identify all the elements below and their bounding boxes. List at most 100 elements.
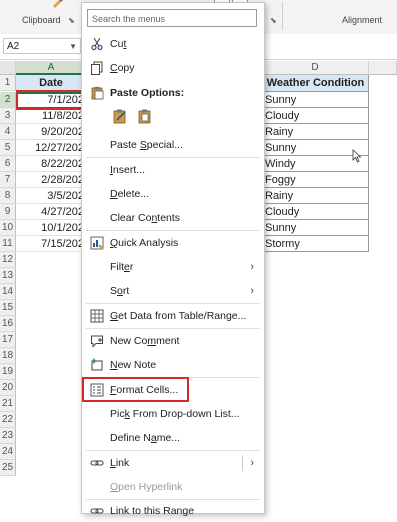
row-header[interactable]: 3 bbox=[0, 108, 16, 124]
menu-item-clear-contents[interactable]: Clear Contents bbox=[82, 207, 264, 229]
menu-item-copy[interactable]: Copy bbox=[82, 57, 264, 79]
date-cell[interactable]: 2/28/202 bbox=[16, 172, 87, 188]
menu-item-label: Delete... bbox=[110, 188, 150, 200]
weather-cell[interactable]: Sunny bbox=[262, 92, 369, 108]
menu-separator bbox=[86, 303, 260, 304]
menu-item-quick-analysis[interactable]: Quick Analysis bbox=[82, 232, 264, 254]
date-cell[interactable]: 12/27/202 bbox=[16, 140, 87, 156]
weather-cell[interactable]: Rainy bbox=[262, 124, 369, 140]
row-header[interactable]: 14 bbox=[0, 284, 16, 300]
row-header[interactable]: 25 bbox=[0, 460, 16, 476]
column-header-a[interactable]: A bbox=[16, 61, 87, 75]
chevron-down-icon[interactable]: ▼ bbox=[69, 39, 77, 55]
weather-cell[interactable]: Stormy bbox=[262, 236, 369, 252]
date-cell[interactable]: 8/22/202 bbox=[16, 156, 87, 172]
name-box-value: A2 bbox=[7, 41, 20, 52]
menu-item-new-note[interactable]: New Note bbox=[82, 354, 264, 376]
menu-separator bbox=[86, 157, 260, 158]
search-menus-input[interactable]: Search the menus bbox=[87, 9, 257, 27]
menu-item-new-comment[interactable]: New Comment bbox=[82, 330, 264, 352]
context-menu: Search the menus Cut Copy Paste Options:… bbox=[81, 2, 265, 517]
date-cell[interactable]: 3/5/202 bbox=[16, 188, 87, 204]
menu-item-paste-special[interactable]: Paste Special... bbox=[82, 134, 264, 156]
row-header[interactable]: 24 bbox=[0, 444, 16, 460]
copy-icon bbox=[91, 61, 103, 75]
column-header-e[interactable] bbox=[369, 61, 397, 75]
menu-item-label: Sort bbox=[110, 285, 130, 297]
menu-item-get-data[interactable]: Get Data from Table/Range... bbox=[82, 305, 264, 327]
weather-cell[interactable]: Cloudy bbox=[262, 108, 369, 124]
font-launcher-icon[interactable]: ⬊ bbox=[270, 16, 277, 25]
row-header[interactable]: 21 bbox=[0, 396, 16, 412]
row-header[interactable]: 1 bbox=[0, 75, 16, 91]
row-header[interactable]: 13 bbox=[0, 268, 16, 284]
weather-header-cell[interactable]: Weather Condition bbox=[262, 75, 369, 92]
row-header[interactable]: 5 bbox=[0, 140, 16, 156]
column-header-d[interactable]: D bbox=[262, 61, 369, 75]
row-header[interactable]: 18 bbox=[0, 348, 16, 364]
date-cell[interactable]: 11/8/202 bbox=[16, 108, 87, 124]
row-header[interactable]: 7 bbox=[0, 172, 16, 188]
link-range-icon bbox=[90, 508, 104, 514]
weather-cell[interactable]: Foggy bbox=[262, 172, 369, 188]
menu-item-label: Link bbox=[110, 457, 130, 469]
name-box[interactable]: A2 ▼ bbox=[3, 38, 81, 54]
row-header[interactable]: 8 bbox=[0, 188, 16, 204]
menu-item-label: Quick Analysis bbox=[110, 237, 179, 249]
menu-item-link-to-range[interactable]: Link to this Range bbox=[82, 500, 264, 522]
clipboard-launcher-icon[interactable]: ⬊ bbox=[68, 16, 75, 25]
menu-item-label: New Note bbox=[110, 359, 157, 371]
weather-cell[interactable]: Cloudy bbox=[262, 204, 369, 220]
highlight-box-a2 bbox=[16, 90, 88, 110]
row-header[interactable]: 19 bbox=[0, 364, 16, 380]
row-header[interactable]: 4 bbox=[0, 124, 16, 140]
row-header[interactable]: 15 bbox=[0, 300, 16, 316]
row-header[interactable]: 20 bbox=[0, 380, 16, 396]
row-header[interactable]: 12 bbox=[0, 252, 16, 268]
weather-cell[interactable]: Sunny bbox=[262, 220, 369, 236]
menu-item-open-hyperlink: Open Hyperlink bbox=[82, 476, 264, 498]
row-header[interactable]: 2 bbox=[0, 92, 16, 108]
row-header[interactable]: 17 bbox=[0, 332, 16, 348]
menu-item-insert[interactable]: Insert... bbox=[82, 159, 264, 181]
format-painter-icon[interactable] bbox=[51, 0, 63, 8]
mouse-cursor-icon bbox=[352, 149, 362, 163]
paste-values-icon[interactable] bbox=[137, 108, 153, 124]
date-cell[interactable]: 10/1/202 bbox=[16, 220, 87, 236]
select-all-corner[interactable] bbox=[0, 61, 16, 75]
menu-item-label: Link to this Range bbox=[110, 505, 195, 517]
menu-item-label: Clear Contents bbox=[110, 212, 181, 224]
chevron-right-icon: › bbox=[250, 285, 254, 297]
new-comment-icon bbox=[91, 335, 103, 348]
menu-item-pick-from-list[interactable]: Pick From Drop-down List... bbox=[82, 403, 264, 425]
row-header[interactable]: 6 bbox=[0, 156, 16, 172]
menu-item-delete[interactable]: Delete... bbox=[82, 183, 264, 205]
highlight-box-format-cells bbox=[82, 377, 189, 402]
menu-separator bbox=[86, 328, 260, 329]
menu-item-cut[interactable]: Cut bbox=[82, 33, 264, 55]
date-cell[interactable]: 7/15/202 bbox=[16, 236, 87, 252]
link-icon bbox=[90, 460, 104, 466]
date-cell[interactable]: 4/27/202 bbox=[16, 204, 87, 220]
menu-item-filter[interactable]: Filter › bbox=[82, 256, 264, 278]
chevron-right-icon[interactable]: › bbox=[250, 452, 254, 474]
ribbon-divider bbox=[282, 2, 283, 30]
paste-icon[interactable] bbox=[112, 108, 128, 124]
row-header[interactable]: 23 bbox=[0, 428, 16, 444]
menu-separator bbox=[86, 230, 260, 231]
weather-cell[interactable]: Rainy bbox=[262, 188, 369, 204]
menu-item-link[interactable]: Link › bbox=[82, 452, 264, 474]
menu-item-sort[interactable]: Sort › bbox=[82, 280, 264, 302]
row-header[interactable]: 9 bbox=[0, 204, 16, 220]
menu-item-label: Filter bbox=[110, 261, 134, 273]
alignment-group-label: Alignment bbox=[342, 15, 383, 25]
row-header[interactable]: 11 bbox=[0, 236, 16, 252]
menu-item-label: Copy bbox=[110, 62, 135, 74]
row-header[interactable]: 10 bbox=[0, 220, 16, 236]
row-header[interactable]: 16 bbox=[0, 316, 16, 332]
menu-item-define-name[interactable]: Define Name... bbox=[82, 427, 264, 449]
date-cell[interactable]: 9/20/202 bbox=[16, 124, 87, 140]
new-note-icon bbox=[91, 358, 103, 371]
scissors-icon bbox=[91, 37, 103, 51]
row-header[interactable]: 22 bbox=[0, 412, 16, 428]
